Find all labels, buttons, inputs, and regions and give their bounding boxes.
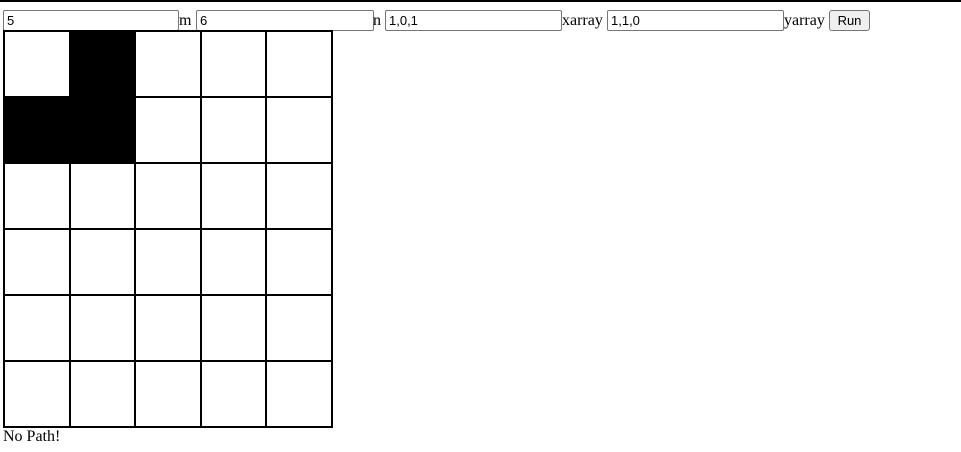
n-input[interactable] — [196, 10, 374, 31]
grid-cell-open — [68, 294, 137, 362]
grid-cell-wall — [3, 96, 71, 164]
grid-cell-open — [134, 30, 202, 98]
grid-cell-open — [265, 294, 333, 362]
grid-cell-open — [265, 162, 333, 230]
grid-cell-wall — [68, 96, 137, 164]
xarray-input[interactable] — [385, 10, 562, 31]
grid-cell-wall — [68, 30, 137, 98]
grid-cell-open — [3, 162, 71, 230]
m-input[interactable] — [3, 10, 179, 31]
grid-row — [3, 228, 333, 296]
grid-cell-open — [199, 294, 268, 362]
maze-grid — [3, 30, 333, 428]
grid-cell-open — [265, 96, 333, 164]
grid-cell-open — [199, 228, 268, 296]
grid-cell-open — [3, 30, 71, 98]
xarray-label: xarray — [562, 12, 603, 29]
grid-cell-open — [134, 162, 202, 230]
grid-cell-open — [68, 360, 137, 428]
grid-row — [3, 96, 333, 164]
top-divider — [0, 0, 961, 2]
grid-cell-open — [199, 162, 268, 230]
grid-cell-open — [134, 360, 202, 428]
grid-cell-open — [68, 228, 137, 296]
grid-row — [3, 294, 333, 362]
grid-cell-open — [3, 228, 71, 296]
grid-row — [3, 30, 333, 98]
grid-cell-open — [134, 294, 202, 362]
grid-cell-open — [68, 162, 137, 230]
yarray-label: yarray — [784, 12, 825, 29]
grid-cell-open — [199, 360, 268, 428]
result-message: No Path! — [3, 428, 61, 445]
n-label: n — [373, 12, 381, 29]
grid-cell-open — [3, 294, 71, 362]
grid-row — [3, 162, 333, 230]
grid-cell-open — [134, 96, 202, 164]
grid-cell-open — [265, 360, 333, 428]
grid-cell-open — [199, 30, 268, 98]
run-button[interactable]: Run — [829, 10, 870, 31]
grid-cell-open — [265, 228, 333, 296]
grid-cell-open — [265, 30, 333, 98]
yarray-input[interactable] — [607, 10, 784, 31]
m-label: m — [179, 12, 192, 29]
grid-cell-open — [134, 228, 202, 296]
grid-row — [3, 360, 333, 428]
grid-cell-open — [3, 360, 71, 428]
grid-cell-open — [199, 96, 268, 164]
